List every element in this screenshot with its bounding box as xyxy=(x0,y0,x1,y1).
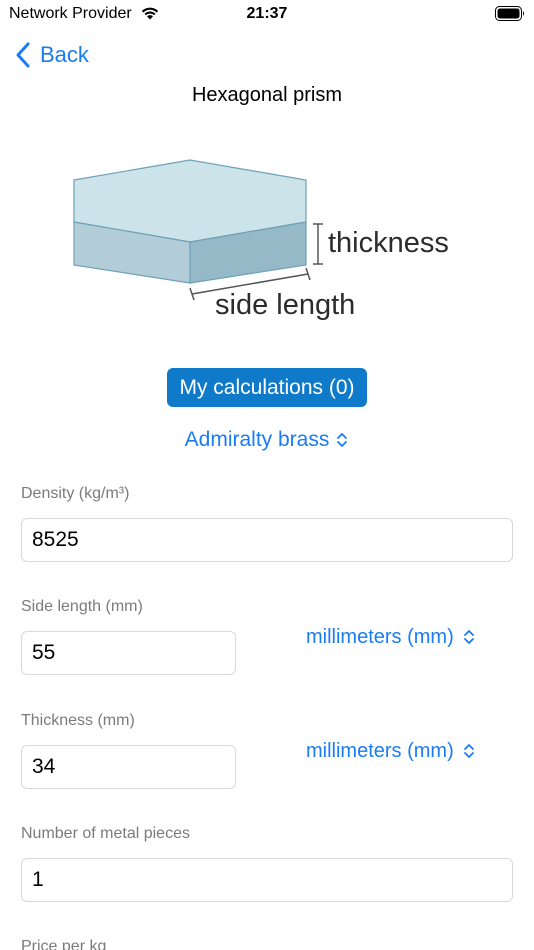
status-bar: Network Provider 21:37 xyxy=(0,0,534,28)
chevron-left-icon xyxy=(16,42,30,68)
back-label: Back xyxy=(40,42,89,67)
thickness-field-label: Thickness (mm) xyxy=(21,712,135,729)
material-selected-label: Admiralty brass xyxy=(184,428,330,451)
side-length-unit-selector[interactable]: millimeters (mm) xyxy=(306,623,476,651)
price-label: Price per kg xyxy=(21,938,107,950)
navigation-bar: Back xyxy=(0,36,534,76)
thickness-dimension-marker xyxy=(313,223,323,265)
chevron-up-down-icon xyxy=(337,433,348,447)
my-calculations-button[interactable]: My calculations (0) xyxy=(167,368,367,407)
density-label: Density (kg/m³) xyxy=(21,485,130,502)
material-selector[interactable]: Admiralty brass xyxy=(0,426,534,454)
page-title: Hexagonal prism xyxy=(191,84,343,106)
clock: 21:37 xyxy=(246,5,288,22)
chevron-up-down-icon xyxy=(463,630,474,644)
side-length-input[interactable]: 55 xyxy=(21,631,236,675)
pieces-input[interactable]: 1 xyxy=(21,858,513,902)
density-input[interactable]: 8525 xyxy=(21,518,513,562)
battery-icon xyxy=(495,6,524,21)
side-length-unit-label: millimeters (mm) xyxy=(306,625,454,648)
thickness-input[interactable]: 34 xyxy=(21,745,236,789)
thickness-label: thickness xyxy=(328,227,449,259)
back-button[interactable]: Back xyxy=(14,40,89,70)
chevron-up-down-icon xyxy=(463,744,474,758)
side-length-label: side length xyxy=(215,289,355,321)
hexagonal-prism-diagram: thickness side length xyxy=(73,159,449,321)
side-length-field-label: Side length (mm) xyxy=(21,598,143,615)
pieces-label: Number of metal pieces xyxy=(21,825,190,842)
thickness-unit-label: millimeters (mm) xyxy=(306,739,454,762)
thickness-unit-selector[interactable]: millimeters (mm) xyxy=(306,737,476,765)
